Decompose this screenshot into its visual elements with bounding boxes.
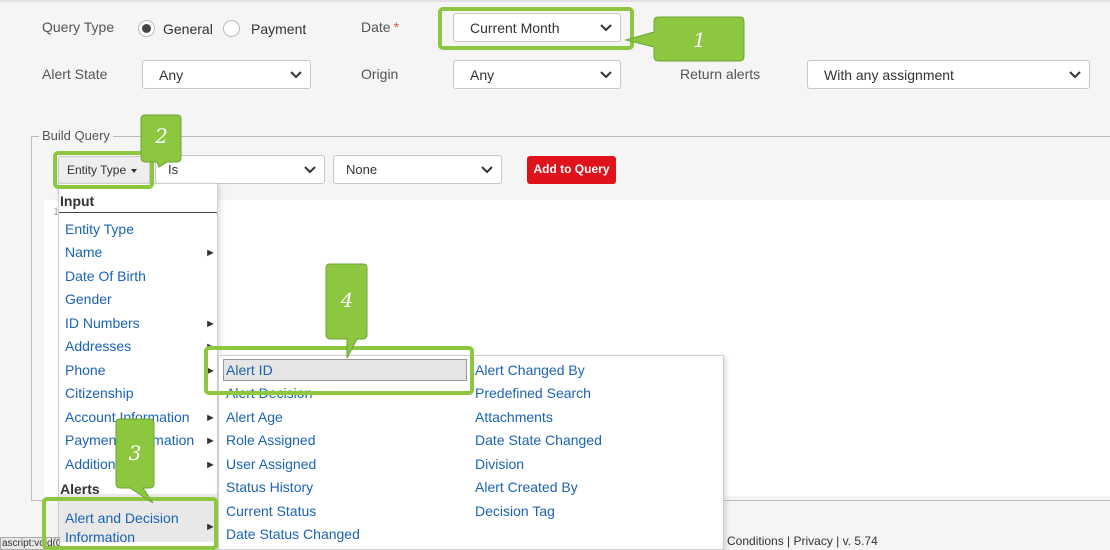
query-type-label: Query Type: [42, 19, 115, 35]
date-label: Date *: [361, 19, 400, 35]
callout-number: 1: [693, 28, 706, 52]
callout-number: 4: [340, 288, 354, 312]
alert-state-label: Alert State: [42, 66, 108, 82]
menu-header-input: Input: [60, 193, 95, 209]
value-select[interactable]: None: [333, 155, 502, 184]
required-asterisk: *: [393, 19, 400, 35]
origin-value: Any: [470, 67, 495, 83]
submenu-item-alert-age[interactable]: Alert Age: [226, 409, 283, 425]
chevron-right-icon: ►: [205, 459, 216, 471]
submenu-item-current-status[interactable]: Current Status: [226, 503, 316, 519]
footer-links[interactable]: Conditions | Privacy | v. 5.74: [727, 534, 878, 548]
chevron-right-icon: ►: [205, 247, 216, 259]
callout-1: 1: [622, 14, 747, 66]
submenu-item-date-state-changed[interactable]: Date State Changed: [475, 432, 602, 448]
menu-item-gender[interactable]: Gender: [65, 291, 112, 307]
radio-general-label[interactable]: General: [163, 21, 213, 37]
radio-general[interactable]: [138, 20, 155, 37]
callout-3: 3: [113, 417, 157, 505]
callout-number: 2: [155, 124, 168, 148]
radio-payment[interactable]: [223, 20, 240, 37]
return-alerts-select[interactable]: With any assignment: [807, 60, 1090, 89]
menu-item-addresses[interactable]: Addresses: [65, 338, 131, 354]
submenu-item-decision-tag[interactable]: Decision Tag: [475, 503, 555, 519]
submenu-item-division[interactable]: Division: [475, 456, 524, 472]
callout-number: 3: [128, 441, 142, 465]
chevron-right-icon: ►: [205, 435, 216, 447]
menu-item-date-of-birth[interactable]: Date Of Birth: [65, 268, 146, 284]
callout-4: 4: [323, 262, 371, 360]
submenu-item-attachments[interactable]: Attachments: [475, 409, 553, 425]
highlight-box-date: [438, 7, 634, 50]
chevron-down-icon: [600, 71, 612, 79]
menu-divider: [59, 212, 217, 213]
submenu-item-predefined-search[interactable]: Predefined Search: [475, 385, 591, 401]
radio-payment-label[interactable]: Payment: [251, 21, 306, 37]
callout-2: 2: [139, 113, 184, 168]
origin-select[interactable]: Any: [453, 60, 621, 89]
chevron-down-icon: [481, 166, 493, 174]
origin-label: Origin: [361, 66, 399, 82]
menu-item-id-numbers[interactable]: ID Numbers: [65, 315, 140, 331]
alert-state-value: Any: [159, 67, 184, 83]
alert-state-select[interactable]: Any: [142, 60, 311, 89]
submenu-item-date-status-changed[interactable]: Date Status Changed: [226, 526, 360, 542]
menu-item-citizenship[interactable]: Citizenship: [65, 385, 133, 401]
return-alerts-label: Return alerts: [680, 66, 761, 82]
submenu-item-status-history[interactable]: Status History: [226, 479, 313, 495]
top-border: [0, 0, 1110, 2]
chevron-right-icon: ►: [205, 318, 216, 330]
chevron-right-icon: ►: [205, 412, 216, 424]
chevron-down-icon: [1069, 71, 1081, 79]
chevron-down-icon: [304, 166, 316, 174]
submenu-item-alert-created-by[interactable]: Alert Created By: [475, 479, 578, 495]
return-alerts-value: With any assignment: [824, 67, 954, 83]
menu-header-alerts: Alerts: [60, 481, 100, 497]
menu-item-phone[interactable]: Phone: [65, 362, 105, 378]
submenu-item-user-assigned[interactable]: User Assigned: [226, 456, 316, 472]
submenu-item-role-assigned[interactable]: Role Assigned: [226, 432, 316, 448]
chevron-down-icon: [290, 71, 302, 79]
add-to-query-button[interactable]: Add to Query: [527, 156, 616, 184]
menu-item-name[interactable]: Name: [65, 244, 102, 260]
value-select-value: None: [346, 162, 378, 177]
submenu-item-alert-changed-by[interactable]: Alert Changed By: [475, 362, 585, 378]
menu-item-entity-type[interactable]: Entity Type: [65, 221, 134, 237]
build-query-legend: Build Query: [39, 128, 113, 143]
